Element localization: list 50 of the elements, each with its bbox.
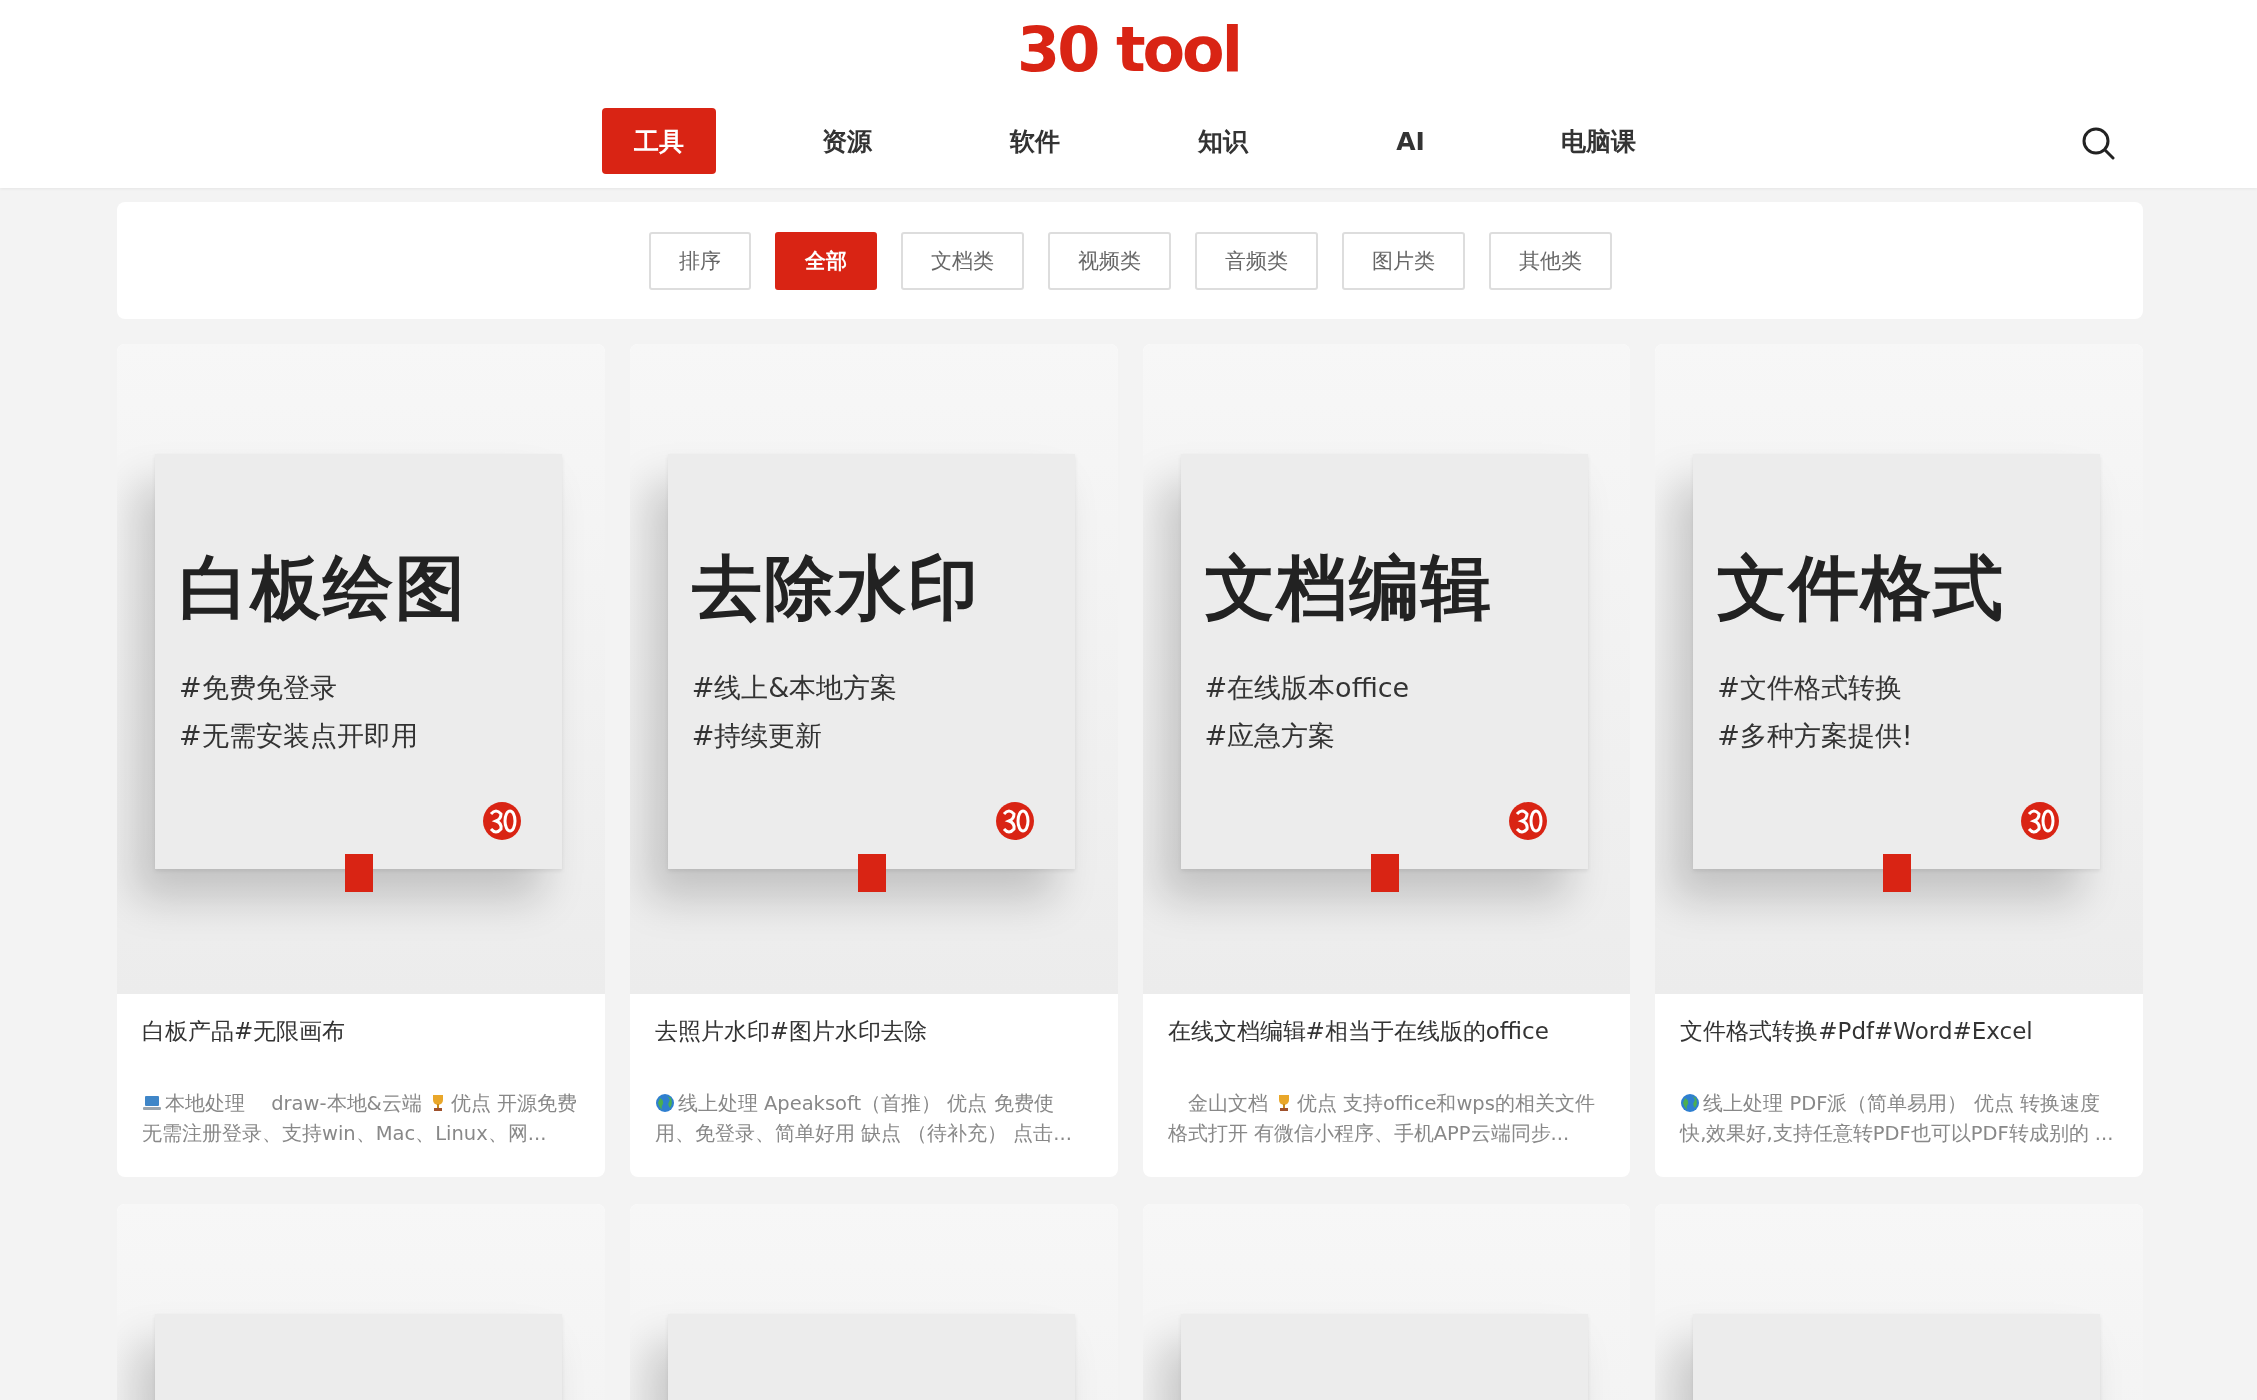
filter-button[interactable]: 视频类 xyxy=(1047,231,1171,290)
nav-tab[interactable]: 电脑课 xyxy=(1541,108,1656,174)
filter-button[interactable]: 全部 xyxy=(774,231,877,290)
tool-card[interactable]: 文档编辑 #在线版本office #应急方案 在线文档编辑#相当于在线版的office 金山文档 优点 支持office和wps的相关文件格式打开 有微信小程序、手机APP云端同步... xyxy=(1142,344,1631,1177)
cover-tag: #线上&本地方案 xyxy=(691,664,1051,712)
nav-tab[interactable]: 工具 xyxy=(601,108,716,174)
ribbon-tab xyxy=(1883,854,1912,892)
nav-tab[interactable]: 资源 xyxy=(789,108,904,174)
card-description: 本地处理 draw-本地&云端 优点 开源免费无需注册登录、支持win、Mac、Linux、网... xyxy=(142,1091,579,1147)
filter-button[interactable]: 排序 xyxy=(648,231,751,290)
logo-badge-icon xyxy=(994,801,1035,841)
cover-tag: #免费免登录 xyxy=(179,664,538,712)
laptop-icon xyxy=(142,1093,162,1113)
cover-title: 文档编辑 xyxy=(1204,546,1494,631)
globe-icon xyxy=(654,1093,675,1113)
logo-badge-icon xyxy=(1507,801,1548,841)
nav-tab[interactable]: AI xyxy=(1353,108,1468,174)
cover-tag: #多种方案提供! xyxy=(1717,712,2077,760)
filter-button[interactable]: 文档类 xyxy=(900,231,1024,290)
card-title: 去照片水印#图片水印去除 xyxy=(653,1017,929,1046)
tool-card[interactable]: 白板绘图 #免费免登录 #无需安装点开即用 白板产品#无限画布 本地处理 draw-本地&云端 优点 开源免费无需注册登录、支持win、Mac、Linux、网... xyxy=(117,344,605,1177)
nav-tab[interactable]: 软件 xyxy=(977,108,1092,174)
cover-tag: #持续更新 xyxy=(691,712,1051,760)
cover-title: 文件格式 xyxy=(1717,546,2007,631)
ribbon-tab xyxy=(857,854,886,892)
tool-card[interactable]: 文件格式 #文件格式转换 #多种方案提供! 文件格式转换#Pdf#Word#Excel 线上处理 PDF派（简单易用） 优点 转换速度快,效果好,支持任意转PDF也可以PDF转成别的 ... xyxy=(1655,344,2143,1177)
filter-button[interactable]: 音频类 xyxy=(1194,231,1318,290)
ribbon-tab xyxy=(1370,854,1399,892)
globe-icon xyxy=(1680,1093,1701,1113)
card-title: 在线文档编辑#相当于在线版的office xyxy=(1166,1017,1550,1046)
cover-title: 白板绘图 xyxy=(179,546,468,631)
cover-tag: #无需安装点开即用 xyxy=(179,712,538,760)
site-logo[interactable]: 30 tool xyxy=(1017,14,1240,86)
filter-button[interactable]: 图片类 xyxy=(1341,231,1465,290)
logo-badge-icon xyxy=(2020,801,2061,841)
cover-tag: #文件格式转换 xyxy=(1717,664,2077,712)
search-icon[interactable] xyxy=(2081,126,2115,160)
nav-tab[interactable]: 知识 xyxy=(1165,108,1280,174)
cover-title: 去除水印 xyxy=(691,546,981,631)
card-title: 白板产品#无限画布 xyxy=(141,1017,347,1046)
filter-button[interactable]: 其他类 xyxy=(1488,231,1612,290)
cover-tag: #应急方案 xyxy=(1204,712,1564,760)
logo-badge-icon xyxy=(482,801,522,841)
card-description: 线上处理 Apeaksoft（首推） 优点 免费使用、免登录、简单好用 缺点 （待补充） 点击... xyxy=(654,1091,1073,1147)
card-description: 线上处理 PDF派（简单易用） 优点 转换速度快,效果好,支持任意转PDF也可以PDF转成别的 ... xyxy=(1680,1091,2115,1147)
card-title: 文件格式转换#Pdf#Word#Excel xyxy=(1679,1017,2034,1046)
tool-card[interactable]: 去除水印 #线上&本地方案 #持续更新 去照片水印#图片水印去除 线上处理 Apeaksoft（首推） 优点 免费使用、免登录、简单好用 缺点 （待补充） 点击... xyxy=(629,344,1118,1177)
card-description: 金山文档 优点 支持office和wps的相关文件格式打开 有微信小程序、手机APP云端同步... xyxy=(1167,1091,1596,1147)
cover-tag: #在线版本office xyxy=(1204,664,1564,712)
ribbon-tab xyxy=(345,854,373,892)
